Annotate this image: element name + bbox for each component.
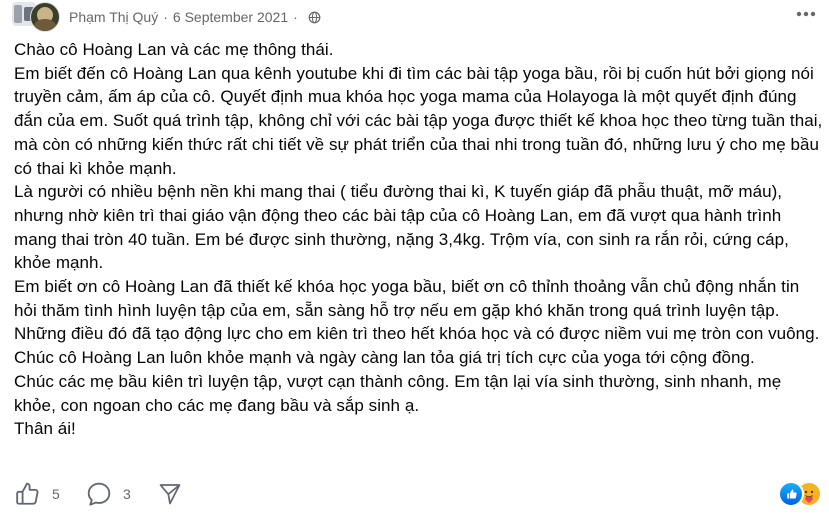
post-date[interactable]: 6 September 2021 — [173, 9, 288, 25]
post-paragraph-pregnancy: Là người có nhiều bệnh nền khi mang thai… — [14, 182, 789, 273]
like-count: 5 — [52, 486, 60, 502]
comment-icon — [87, 482, 111, 506]
post-header: Phạm Thị Quý · 6 September 2021 · — [8, 0, 821, 34]
post-meta: Phạm Thị Quý · 6 September 2021 · — [69, 9, 321, 25]
like-reaction-icon — [778, 481, 804, 507]
post-paragraph-wish-teacher: Chúc cô Hoàng Lan luôn khỏe mạnh và ngày… — [14, 348, 755, 368]
comment-count: 3 — [123, 486, 131, 502]
globe-icon[interactable] — [308, 11, 321, 24]
share-button[interactable] — [158, 481, 182, 507]
post-footer: 5 3 — [0, 478, 829, 512]
like-button[interactable]: 5 — [15, 481, 60, 507]
reactions-summary[interactable] — [778, 481, 826, 507]
comment-button[interactable]: 3 — [86, 481, 131, 507]
more-horizontal-icon[interactable] — [791, 4, 821, 24]
thumbs-up-icon — [16, 482, 39, 505]
meta-separator: · — [163, 9, 168, 25]
post-paragraph-signoff: Thân ái! — [14, 419, 76, 439]
meta-separator-2: · — [293, 9, 298, 25]
author-avatar[interactable] — [30, 2, 60, 32]
post-body: Chào cô Hoàng Lan và các mẹ thông thái. … — [14, 38, 824, 441]
share-icon — [159, 484, 181, 505]
post-paragraph-gratitude: Em biết ơn cô Hoàng Lan đã thiết kế khóa… — [14, 277, 820, 344]
author-name[interactable]: Phạm Thị Quý — [69, 9, 158, 25]
post-paragraph-wish-moms: Chúc các mẹ bầu kiên trì luyện tập, vượt… — [14, 371, 782, 415]
post-paragraph-greeting: Chào cô Hoàng Lan và các mẹ thông thái. — [14, 40, 334, 59]
post-paragraph-intro: Em biết đến cô Hoàng Lan qua kênh youtub… — [14, 63, 823, 178]
